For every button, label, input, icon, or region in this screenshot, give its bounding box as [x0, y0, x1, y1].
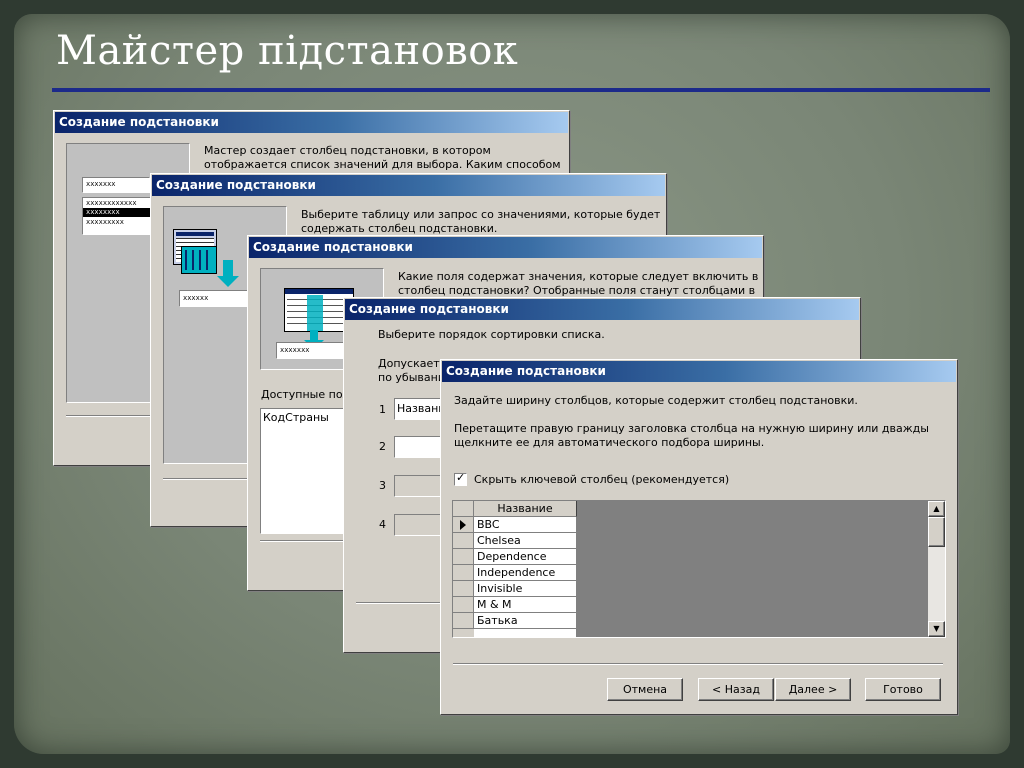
- vertical-scrollbar[interactable]: ▲ ▼: [928, 501, 945, 637]
- dialog-titlebar[interactable]: Создание подстановки: [442, 361, 956, 382]
- data-column: BBC Chelsea Dependence Independence Invi…: [474, 517, 577, 637]
- hide-key-column-label[interactable]: Скрыть ключевой столбец (рекомендуется): [474, 473, 729, 487]
- current-row-icon: [460, 520, 466, 530]
- mini-combo: хххххх: [179, 290, 249, 307]
- wizard-dialog-step5: Создание подстановки Задайте ширину стол…: [440, 359, 958, 715]
- available-fields-list[interactable]: КодСтраны: [260, 408, 350, 534]
- instruction-text: содержать столбец подстановки.: [301, 222, 498, 235]
- list-item[interactable]: КодСтраны: [263, 411, 329, 425]
- table-row[interactable]: Dependence: [474, 549, 576, 565]
- column-width-grid[interactable]: Название BBC Chelsea Dependence Independ…: [452, 500, 946, 638]
- instruction-text: щелкните ее для автоматического подбора …: [454, 436, 765, 449]
- checkmark-icon: ✓: [456, 471, 466, 484]
- column-header[interactable]: Название: [474, 501, 577, 517]
- instruction-text: столбец подстановки? Отобранные поля ста…: [398, 284, 756, 297]
- slide-title: Майстер підстановок: [56, 28, 519, 74]
- mini-list: хххххххххххх хххххххх ххххххххх: [82, 197, 152, 235]
- row-selector[interactable]: [453, 581, 474, 597]
- table-row[interactable]: Invisible: [474, 581, 576, 597]
- table-row[interactable]: M & M: [474, 597, 576, 613]
- hide-key-column-checkbox[interactable]: ✓: [454, 471, 467, 486]
- sort-number: 1: [379, 403, 386, 416]
- table-row[interactable]: BBC: [474, 517, 576, 533]
- instruction-text: Мастер создает столбец подстановки, в ко…: [204, 144, 491, 157]
- query-icon: [181, 246, 217, 274]
- sort-number: 2: [379, 440, 386, 453]
- scroll-down-button[interactable]: ▼: [928, 621, 945, 637]
- dialog-titlebar[interactable]: Создание подстановки: [345, 299, 859, 320]
- next-button[interactable]: Далее >: [775, 678, 851, 701]
- scroll-thumb[interactable]: [928, 517, 945, 547]
- instruction-text: Выберите таблицу или запрос со значениям…: [301, 208, 661, 221]
- table-row[interactable]: Батька: [474, 613, 576, 629]
- row-selector[interactable]: [453, 565, 474, 581]
- instruction-text: Какие поля содержат значения, которые сл…: [398, 270, 759, 283]
- title-divider: [52, 88, 990, 92]
- mini-combo: ххххххх: [276, 342, 346, 359]
- row-selector[interactable]: [453, 517, 474, 533]
- back-button[interactable]: < Назад: [698, 678, 774, 701]
- scroll-up-button[interactable]: ▲: [928, 501, 945, 517]
- finish-button[interactable]: Готово: [865, 678, 941, 701]
- instruction-text: Выберите порядок сортировки списка.: [378, 328, 605, 341]
- dialog-titlebar[interactable]: Создание подстановки: [55, 112, 568, 133]
- row-selector[interactable]: [453, 533, 474, 549]
- separator: [453, 663, 943, 665]
- cancel-button[interactable]: Отмена: [607, 678, 683, 701]
- arrow-down-icon: [217, 276, 239, 287]
- instruction-text: Перетащите правую границу заголовка стол…: [454, 422, 929, 435]
- row-selector[interactable]: [453, 613, 474, 629]
- header-corner: [453, 501, 474, 517]
- sort-number: 3: [379, 479, 386, 492]
- row-selector[interactable]: [453, 597, 474, 613]
- dialog-titlebar[interactable]: Создание подстановки: [152, 175, 665, 196]
- sort-number: 4: [379, 518, 386, 531]
- table-row[interactable]: Independence: [474, 565, 576, 581]
- table-row[interactable]: Chelsea: [474, 533, 576, 549]
- row-selector[interactable]: [453, 549, 474, 565]
- dialog-titlebar[interactable]: Создание подстановки: [249, 237, 762, 258]
- mini-combo: ххххххх: [82, 177, 150, 193]
- instruction-text: отображается список значений для выбора.…: [204, 158, 561, 171]
- instruction-text: Задайте ширину столбцов, которые содержи…: [454, 394, 858, 407]
